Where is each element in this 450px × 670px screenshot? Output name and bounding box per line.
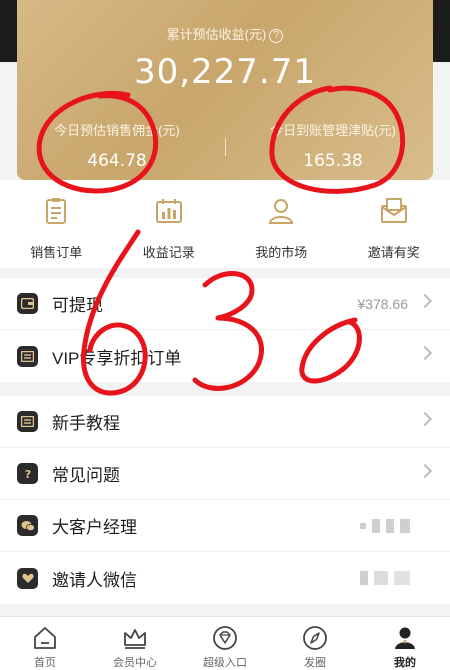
tab-moments[interactable]: 发圈 [270, 617, 360, 670]
crown-icon [124, 629, 146, 649]
tab-member-center[interactable]: 会员中心 [90, 617, 180, 670]
envelope-icon [380, 198, 407, 223]
tab-mine[interactable]: 我的 [360, 617, 450, 670]
menu-group-help: 新手教程 ? 常见问题 大客户经理 邀请人微信 [0, 396, 450, 604]
wallet-icon [17, 293, 38, 314]
today-commission-value: 464.78 [87, 151, 147, 171]
chevron-right-icon [417, 345, 433, 361]
today-commission[interactable]: 今日预估销售佣金(元) 464.78 [17, 120, 217, 171]
today-allowance[interactable]: 今日到账管理津贴(元) 165.38 [233, 120, 433, 171]
quick-earnings-record[interactable]: 收益记录 [113, 180, 226, 268]
today-commission-label: 今日预估销售佣金(元) [54, 123, 180, 138]
chevron-right-icon [417, 293, 433, 309]
home-icon [34, 627, 56, 649]
withdrawable-amount: ¥378.66 [357, 295, 408, 312]
menu-withdrawable[interactable]: 可提现 ¥378.66 [0, 278, 450, 330]
bottom-tab-bar: 首页 会员中心 超级入口 发圈 我的 [0, 616, 450, 670]
earnings-card: 累计预估收益(元)? 30,227.71 今日预估销售佣金(元) 464.78 … [17, 0, 433, 180]
total-earnings-title: 累计预估收益(元)? [17, 24, 433, 43]
question-icon: ? [17, 463, 38, 484]
menu-account-manager[interactable]: 大客户经理 [0, 500, 450, 552]
blurred-contact [360, 518, 420, 534]
today-allowance-label: 今日到账管理津贴(元) [270, 123, 396, 138]
total-earnings-value: 30,227.71 [133, 52, 317, 92]
menu-inviter-wechat[interactable]: 邀请人微信 [0, 552, 450, 604]
menu-faq[interactable]: ? 常见问题 [0, 448, 450, 500]
card-divider [225, 138, 226, 156]
list-icon [17, 345, 38, 367]
chevron-right-icon [417, 463, 433, 479]
today-allowance-value: 165.38 [303, 151, 363, 171]
wechat-icon [17, 515, 38, 536]
blurred-contact [360, 570, 420, 586]
book-icon [17, 411, 38, 432]
person-icon [269, 199, 294, 224]
menu-group-wallet: 可提现 ¥378.66 VIP专享折扣订单 [0, 278, 450, 382]
menu-tutorial[interactable]: 新手教程 [0, 396, 450, 448]
quick-my-market[interactable]: 我的市场 [225, 180, 338, 268]
user-icon [395, 627, 415, 649]
clipboard-icon [46, 198, 67, 224]
heart-icon [17, 567, 38, 589]
tab-super-entry[interactable]: 超级入口 [180, 617, 270, 670]
chevron-right-icon [417, 411, 433, 427]
menu-vip-orders[interactable]: VIP专享折扣订单 [0, 330, 450, 382]
tab-home[interactable]: 首页 [0, 617, 90, 670]
diamond-icon [213, 626, 237, 650]
svg-text:?: ? [24, 468, 30, 480]
quick-invite-reward[interactable]: 邀请有奖 [338, 180, 450, 268]
help-icon[interactable]: ? [269, 29, 284, 43]
compass-icon [303, 626, 327, 650]
quick-actions: 销售订单 收益记录 我的市场 邀请有奖 [0, 180, 450, 268]
bar-chart-icon [155, 199, 182, 223]
quick-sales-orders[interactable]: 销售订单 [0, 180, 113, 268]
